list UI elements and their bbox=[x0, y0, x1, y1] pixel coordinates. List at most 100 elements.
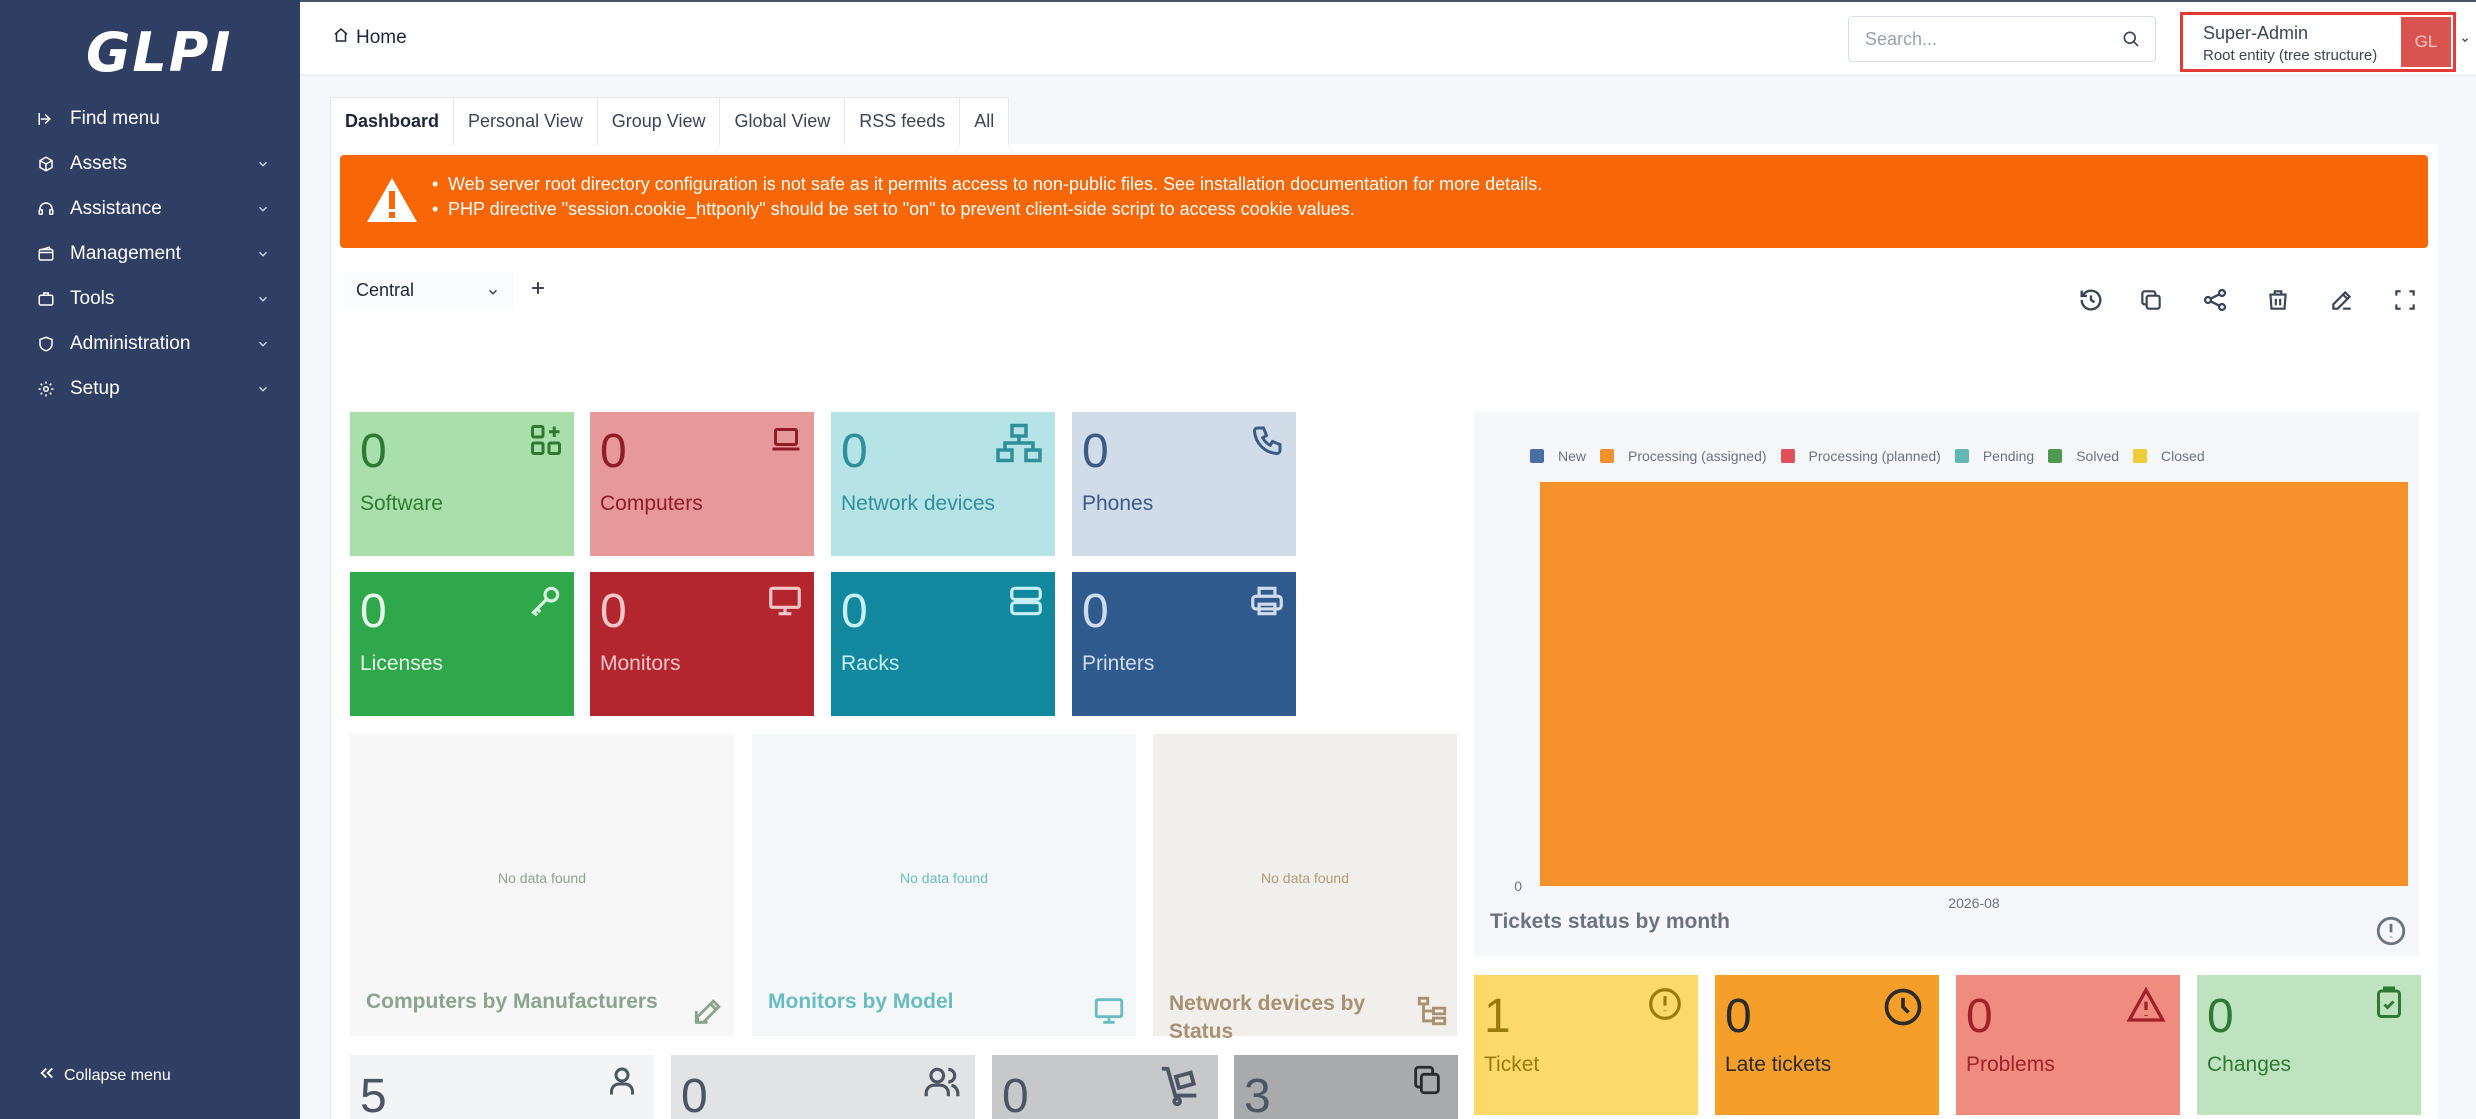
clock-icon bbox=[1881, 985, 1925, 1034]
cube-icon bbox=[36, 154, 56, 174]
card-problems[interactable]: 0 Problems bbox=[1956, 975, 2180, 1115]
card-label: Changes bbox=[2207, 1053, 2292, 1076]
laptop-icon bbox=[768, 422, 804, 463]
chevron-down-icon bbox=[256, 245, 270, 259]
trash-icon[interactable] bbox=[2264, 286, 2292, 314]
dolly-icon bbox=[1158, 1063, 1204, 1114]
network-icon bbox=[993, 422, 1045, 469]
card-phones[interactable]: 0 Phones bbox=[1072, 412, 1296, 556]
sidebar-item-setup[interactable]: Setup bbox=[0, 366, 300, 411]
search-input[interactable] bbox=[1849, 17, 2099, 61]
panel-title: Network devices by Status bbox=[1169, 992, 1366, 1043]
card-ticket[interactable]: 1 Ticket bbox=[1474, 975, 1698, 1115]
user-name: Super-Admin bbox=[2203, 23, 2309, 43]
bar-1[interactable] bbox=[1540, 482, 2408, 886]
card-value: 0 bbox=[2207, 990, 2234, 1043]
arrow-right-icon bbox=[36, 109, 56, 129]
history-icon[interactable] bbox=[2077, 286, 2105, 314]
chart-plot: 0 2026-08 bbox=[1514, 482, 2408, 911]
users-icon bbox=[923, 1063, 961, 1106]
collapse-menu-label: Collapse menu bbox=[64, 1066, 171, 1084]
copy-icon[interactable] bbox=[2137, 286, 2165, 314]
card-value: 5 bbox=[360, 1070, 387, 1119]
tab-all[interactable]: All bbox=[959, 97, 1010, 145]
warning-icon bbox=[2126, 985, 2166, 1030]
chevron-down-icon bbox=[256, 155, 270, 169]
search-icon[interactable] bbox=[2121, 29, 2141, 54]
user-icon bbox=[604, 1063, 640, 1104]
top-header: Home Super-Admin Root entity (tree struc… bbox=[300, 0, 2476, 76]
sidebar-item-tools[interactable]: Tools bbox=[0, 276, 300, 321]
dashboard-select[interactable]: Central bbox=[344, 272, 514, 308]
home-icon bbox=[332, 26, 350, 50]
card-software[interactable]: 0 Software bbox=[350, 412, 574, 556]
tab-global-view[interactable]: Global View bbox=[719, 97, 846, 145]
tab-rss-feeds[interactable]: RSS feeds bbox=[844, 97, 961, 145]
card-value: 0 bbox=[600, 425, 627, 478]
tab-group-view[interactable]: Group View bbox=[596, 97, 721, 145]
card-label: Computers bbox=[600, 492, 703, 515]
dashboard-select-value: Central bbox=[356, 279, 415, 300]
card-computers[interactable]: 0 Computers bbox=[590, 412, 814, 556]
info-icon[interactable] bbox=[2374, 914, 2408, 953]
card-printers[interactable]: 0 Printers bbox=[1072, 572, 1296, 716]
x-tick-label: 2026-08 bbox=[1948, 895, 2000, 911]
share-icon[interactable] bbox=[2201, 286, 2229, 314]
card-documents[interactable]: 3 bbox=[1234, 1055, 1458, 1119]
card-value: 3 bbox=[1244, 1070, 1271, 1119]
card-network-devices[interactable]: 0 Network devices bbox=[831, 412, 1055, 556]
chevron-down-icon bbox=[256, 335, 270, 349]
tab-dashboard[interactable]: Dashboard bbox=[330, 97, 455, 145]
global-search bbox=[1848, 16, 2156, 62]
copy-icon bbox=[1410, 1063, 1444, 1102]
sidebar-item-find-menu[interactable]: Find menu bbox=[0, 96, 300, 141]
chevron-down-icon[interactable] bbox=[2460, 32, 2470, 50]
card-users[interactable]: 5 bbox=[350, 1055, 654, 1119]
card-suppliers[interactable]: 0 bbox=[992, 1055, 1218, 1119]
briefcase-icon bbox=[36, 289, 56, 309]
chevron-down-icon bbox=[256, 380, 270, 394]
sidebar-nav: Find menu Assets Assistance Management T… bbox=[0, 96, 300, 411]
sidebar-item-management[interactable]: Management bbox=[0, 231, 300, 276]
user-entity: Root entity (tree structure) bbox=[2203, 47, 2378, 64]
alert-message-1: Web server root directory configuration … bbox=[448, 174, 1543, 194]
hierarchy-icon[interactable] bbox=[1415, 994, 1449, 1033]
card-licenses[interactable]: 0 Licenses bbox=[350, 572, 574, 716]
shield-icon bbox=[36, 334, 56, 354]
user-menu[interactable]: Super-Admin Root entity (tree structure)… bbox=[2180, 12, 2456, 72]
tickets-status-chart: New Processing (assigned) Processing (plan… bbox=[1474, 412, 2420, 956]
apps-plus-icon bbox=[528, 422, 564, 463]
collapse-menu-button[interactable]: Collapse menu bbox=[38, 1064, 171, 1087]
fullscreen-icon[interactable] bbox=[2391, 286, 2419, 314]
no-data-text: No data found bbox=[1261, 870, 1349, 886]
avatar[interactable]: GL bbox=[2401, 17, 2451, 67]
alert-circle-icon bbox=[1646, 985, 1684, 1028]
edit-icon[interactable] bbox=[2328, 286, 2356, 314]
card-changes[interactable]: 0 Changes bbox=[2197, 975, 2421, 1115]
sidebar-item-label: Management bbox=[70, 242, 181, 264]
add-dashboard-button[interactable] bbox=[528, 278, 548, 303]
card-monitors[interactable]: 0 Monitors bbox=[590, 572, 814, 716]
sidebar-item-label: Find menu bbox=[70, 107, 160, 129]
view-tabs: Dashboard Personal View Group View Globa… bbox=[330, 97, 1010, 145]
breadcrumb[interactable]: Home bbox=[332, 26, 407, 50]
edit-icon[interactable] bbox=[692, 994, 726, 1033]
card-value: 0 bbox=[1082, 585, 1109, 638]
card-racks[interactable]: 0 Racks bbox=[831, 572, 1055, 716]
sidebar-item-label: Setup bbox=[70, 377, 120, 399]
sidebar-item-assistance[interactable]: Assistance bbox=[0, 186, 300, 231]
monitor-icon[interactable] bbox=[1092, 994, 1126, 1033]
tab-personal-view[interactable]: Personal View bbox=[453, 97, 598, 145]
card-label: Racks bbox=[841, 652, 900, 675]
logo-text: GLPI bbox=[86, 20, 233, 84]
glpi-logo[interactable]: GLPI bbox=[86, 20, 233, 84]
card-value: 0 bbox=[841, 585, 868, 638]
sidebar: GLPI Find menu Assets Assistance Managem… bbox=[0, 0, 300, 1119]
sidebar-item-administration[interactable]: Administration bbox=[0, 321, 300, 366]
wallet-icon bbox=[36, 244, 56, 264]
card-label: Network devices bbox=[841, 492, 996, 515]
sidebar-item-assets[interactable]: Assets bbox=[0, 141, 300, 186]
card-late-tickets[interactable]: 0 Late tickets bbox=[1715, 975, 1939, 1115]
gear-icon bbox=[36, 379, 56, 399]
card-groups[interactable]: 0 bbox=[671, 1055, 975, 1119]
